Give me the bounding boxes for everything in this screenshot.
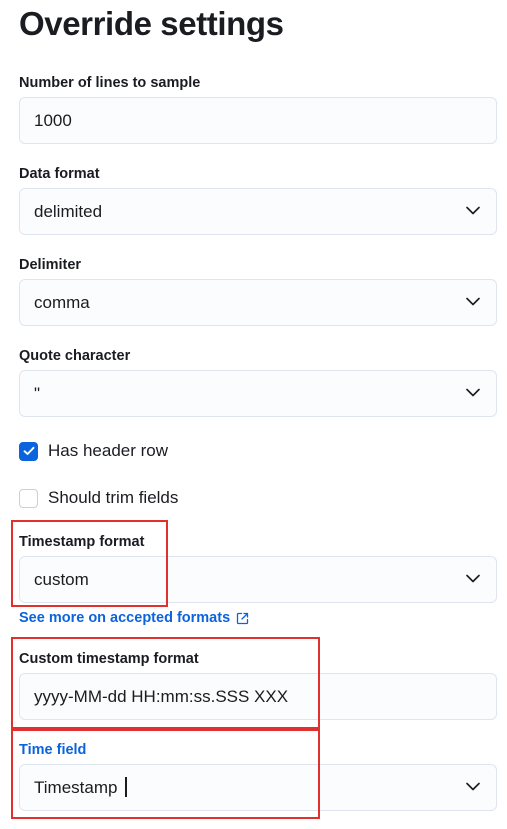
text-cursor [125, 777, 127, 797]
time-field-value: Timestamp [34, 778, 118, 797]
accepted-formats-link-text[interactable]: See more on accepted formats [19, 610, 230, 626]
data-format-value: delimited [34, 202, 103, 221]
check-icon [23, 446, 34, 455]
timestamp-format-select[interactable]: custom [19, 556, 497, 603]
custom-timestamp-format-value: yyyy-MM-dd HH:mm:ss.SSS XXX [34, 687, 289, 706]
quote-character-value: " [34, 384, 41, 403]
delimiter-select[interactable]: comma [19, 279, 497, 326]
chevron-down-icon [466, 206, 480, 215]
chevron-down-icon [466, 297, 480, 306]
checkbox-unchecked[interactable] [19, 488, 38, 508]
chevron-down-icon [466, 782, 480, 791]
external-link-icon [236, 612, 249, 624]
lines-to-sample-value: 1000 [34, 111, 72, 130]
time-field-combobox[interactable]: Timestamp [19, 764, 497, 811]
custom-timestamp-format-input[interactable]: yyyy-MM-dd HH:mm:ss.SSS XXX [19, 673, 497, 720]
should-trim-fields-label: Should trim fields [48, 488, 179, 507]
chevron-down-icon [466, 574, 480, 583]
lines-to-sample-label: Number of lines to sample [19, 75, 201, 91]
time-field-label: Time field [19, 742, 87, 758]
has-header-row-checkbox[interactable]: Has header row [19, 440, 168, 462]
delimiter-value: comma [34, 293, 90, 312]
quote-character-label: Quote character [19, 348, 131, 364]
data-format-label: Data format [19, 166, 100, 182]
timestamp-format-label: Timestamp format [19, 534, 145, 550]
page-title: Override settings [19, 5, 284, 42]
timestamp-format-value: custom [34, 570, 89, 589]
has-header-row-label: Has header row [48, 441, 169, 460]
custom-timestamp-format-label: Custom timestamp format [19, 651, 199, 667]
accepted-formats-link[interactable]: See more on accepted formats [19, 610, 249, 626]
data-format-select[interactable]: delimited [19, 188, 497, 235]
quote-character-select[interactable]: " [19, 370, 497, 417]
chevron-down-icon [466, 388, 480, 397]
checkbox-checked[interactable] [19, 441, 38, 461]
lines-to-sample-input[interactable]: 1000 [19, 97, 497, 144]
delimiter-label: Delimiter [19, 257, 82, 273]
should-trim-fields-checkbox[interactable]: Should trim fields [19, 487, 178, 509]
